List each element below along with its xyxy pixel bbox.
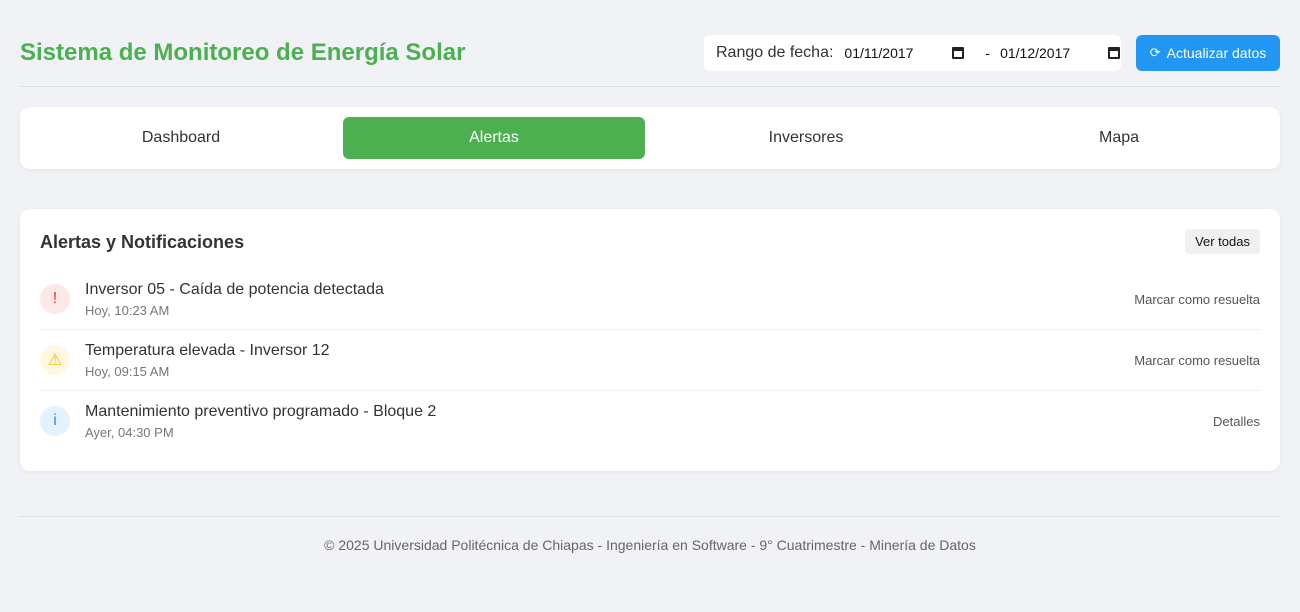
date-from-value: 01/11/2017 [844,45,914,61]
mark-resolved-link[interactable]: Marcar como resuelta [1134,353,1260,368]
date-range-picker: Rango de fecha: 01/11/2017 - 01/12/2017 [704,35,1121,71]
calendar-icon[interactable] [1108,47,1121,59]
date-range-label: Rango de fecha: [716,44,834,61]
alert-time: Hoy, 10:23 AM [85,303,170,318]
date-from-input[interactable]: 01/11/2017 [844,45,965,61]
view-all-button[interactable]: Ver todas [1185,229,1260,254]
alerts-card-title: Alertas y Notificaciones [40,232,245,252]
tab-dashboard[interactable]: Dashboard [30,117,332,159]
app-title: Sistema de Monitoreo de Energía Solar [20,39,466,66]
alert-time: Hoy, 09:15 AM [85,364,170,379]
mark-resolved-link[interactable]: Marcar como resuelta [1134,292,1260,307]
calendar-icon[interactable] [952,47,965,59]
warning-icon: ⚠ [40,345,70,375]
details-link[interactable]: Detalles [1213,414,1260,429]
tab-mapa[interactable]: Mapa [968,117,1270,159]
date-to-input[interactable]: 01/12/2017 [1000,45,1121,61]
tab-bar: Dashboard Alertas Inversores Mapa [20,107,1280,169]
header: Sistema de Monitoreo de Energía Solar Ra… [20,18,1280,87]
alerts-card: Alertas y Notificaciones Ver todas ! Inv… [20,209,1280,471]
tab-inversores[interactable]: Inversores [655,117,957,159]
date-to-value: 01/12/2017 [1000,45,1071,61]
footer-text: © 2025 Universidad Politécnica de Chiapa… [324,537,976,553]
alert-title: Temperatura elevada - Inversor 12 [85,342,330,359]
alert-title: Mantenimiento preventivo programado - Bl… [85,403,437,420]
alert-item: ⚠ Temperatura elevada - Inversor 12 Hoy,… [40,330,1260,391]
refresh-data-button[interactable]: ⟳ Actualizar datos [1136,35,1280,71]
tab-alertas[interactable]: Alertas [343,117,645,159]
refresh-data-label: Actualizar datos [1166,45,1267,61]
date-separator: - [985,45,991,61]
alert-item: i Mantenimiento preventivo programado - … [40,391,1260,452]
error-icon: ! [40,284,70,314]
info-icon: i [40,406,70,436]
alert-item: ! Inversor 05 - Caída de potencia detect… [40,269,1260,330]
alert-time: Ayer, 04:30 PM [85,425,174,440]
refresh-icon: ⟳ [1149,45,1161,60]
footer-divider [20,516,1280,517]
alert-title: Inversor 05 - Caída de potencia detectad… [85,281,384,298]
